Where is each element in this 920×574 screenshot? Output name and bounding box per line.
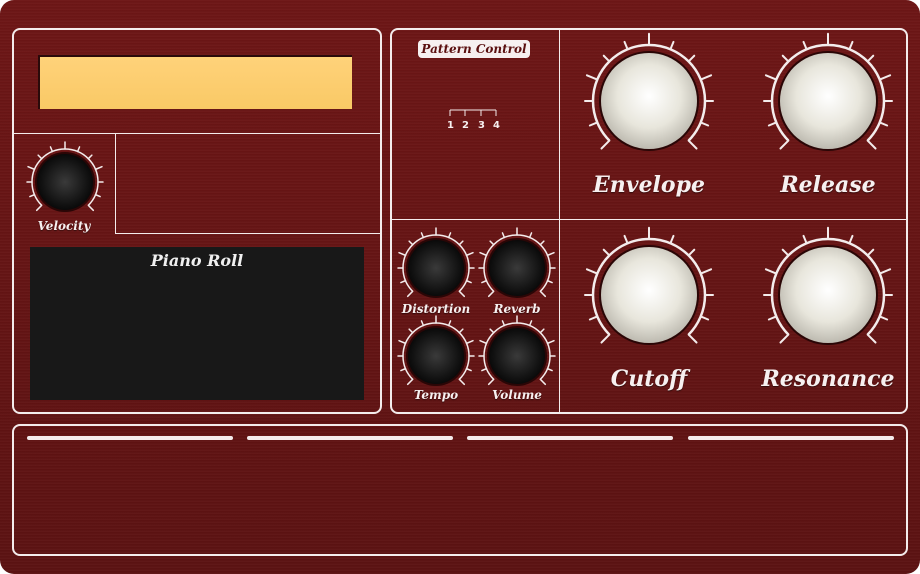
cutoff-label: Cutoff (610, 366, 688, 392)
knob-tick (87, 204, 95, 212)
tempo-knob[interactable] (391, 315, 481, 396)
pattern-control-title: Pattern Control (418, 40, 530, 58)
release-label: Release (780, 172, 876, 198)
divider (115, 233, 381, 234)
knob-tick (585, 74, 599, 81)
knob-tick (546, 339, 555, 345)
sequencer-panel (12, 424, 908, 556)
sequencer-lane-4[interactable] (688, 436, 894, 440)
reverb-label: Reverb (493, 302, 541, 316)
knob-tick (866, 333, 877, 344)
knob-tick (35, 204, 43, 212)
knob-tick (779, 333, 790, 344)
piano-roll-title: Piano Roll (150, 251, 244, 270)
knob-tick (866, 139, 877, 150)
knob-tick (27, 165, 36, 171)
knob-tick (539, 290, 547, 298)
distortion-knob[interactable] (391, 227, 481, 308)
knob-cap[interactable] (37, 154, 93, 210)
knob-tick (764, 268, 778, 275)
knob-tick (406, 378, 414, 386)
knob-tick (398, 339, 407, 345)
step-3[interactable]: 3 (478, 120, 485, 131)
knob-cap[interactable] (780, 247, 876, 343)
lcd-display (38, 55, 352, 109)
velocity-knob[interactable] (20, 141, 110, 222)
divider (391, 219, 907, 220)
knob-tick (398, 251, 407, 257)
velocity-label: Velocity (37, 219, 91, 233)
knob-cap[interactable] (780, 53, 876, 149)
envelope-label: Envelope (593, 172, 705, 198)
knob-tick (546, 251, 555, 257)
cutoff-knob[interactable] (579, 226, 719, 362)
knob-tick (539, 378, 547, 386)
knob-tick (779, 139, 790, 150)
knob-tick (458, 378, 466, 386)
piano-roll[interactable]: Piano Roll (30, 247, 364, 400)
step-2[interactable]: 2 (462, 120, 469, 131)
step-ruler (449, 109, 497, 116)
sequencer-lane-3[interactable] (467, 436, 673, 440)
knob-cap[interactable] (601, 53, 697, 149)
knob-tick (687, 333, 698, 344)
knob-tick (479, 339, 488, 345)
knob-tick (600, 139, 611, 150)
resonance-label: Resonance (761, 366, 895, 392)
knob-tick (687, 139, 698, 150)
knob-tick (94, 165, 103, 171)
step-1[interactable]: 1 (447, 120, 454, 131)
knob-tick (878, 268, 892, 275)
knob-tick (479, 251, 488, 257)
resonance-knob[interactable] (758, 226, 898, 362)
knob-tick (699, 268, 713, 275)
knob-cap[interactable] (601, 247, 697, 343)
divider (13, 133, 381, 134)
knob-cap[interactable] (489, 328, 545, 384)
distortion-label: Distortion (401, 302, 471, 316)
knob-tick (406, 290, 414, 298)
synth-window: Velocity Piano Roll Pattern Control 1 2 … (0, 0, 920, 574)
knob-tick (487, 378, 495, 386)
volume-knob[interactable] (472, 315, 562, 396)
knob-tick (487, 290, 495, 298)
release-knob[interactable] (758, 32, 898, 168)
step-4[interactable]: 4 (493, 120, 500, 131)
knob-tick (600, 333, 611, 344)
reverb-knob[interactable] (472, 227, 562, 308)
knob-cap[interactable] (408, 328, 464, 384)
tempo-label: Tempo (413, 388, 459, 402)
sequencer-lane-2[interactable] (247, 436, 453, 440)
knob-tick (764, 74, 778, 81)
divider (115, 134, 116, 234)
knob-tick (699, 74, 713, 81)
volume-label: Volume (492, 388, 542, 402)
envelope-knob[interactable] (579, 32, 719, 168)
knob-cap[interactable] (489, 240, 545, 296)
knob-tick (458, 290, 466, 298)
knob-cap[interactable] (408, 240, 464, 296)
knob-tick (878, 74, 892, 81)
sequencer-lane-1[interactable] (27, 436, 233, 440)
knob-tick (585, 268, 599, 275)
